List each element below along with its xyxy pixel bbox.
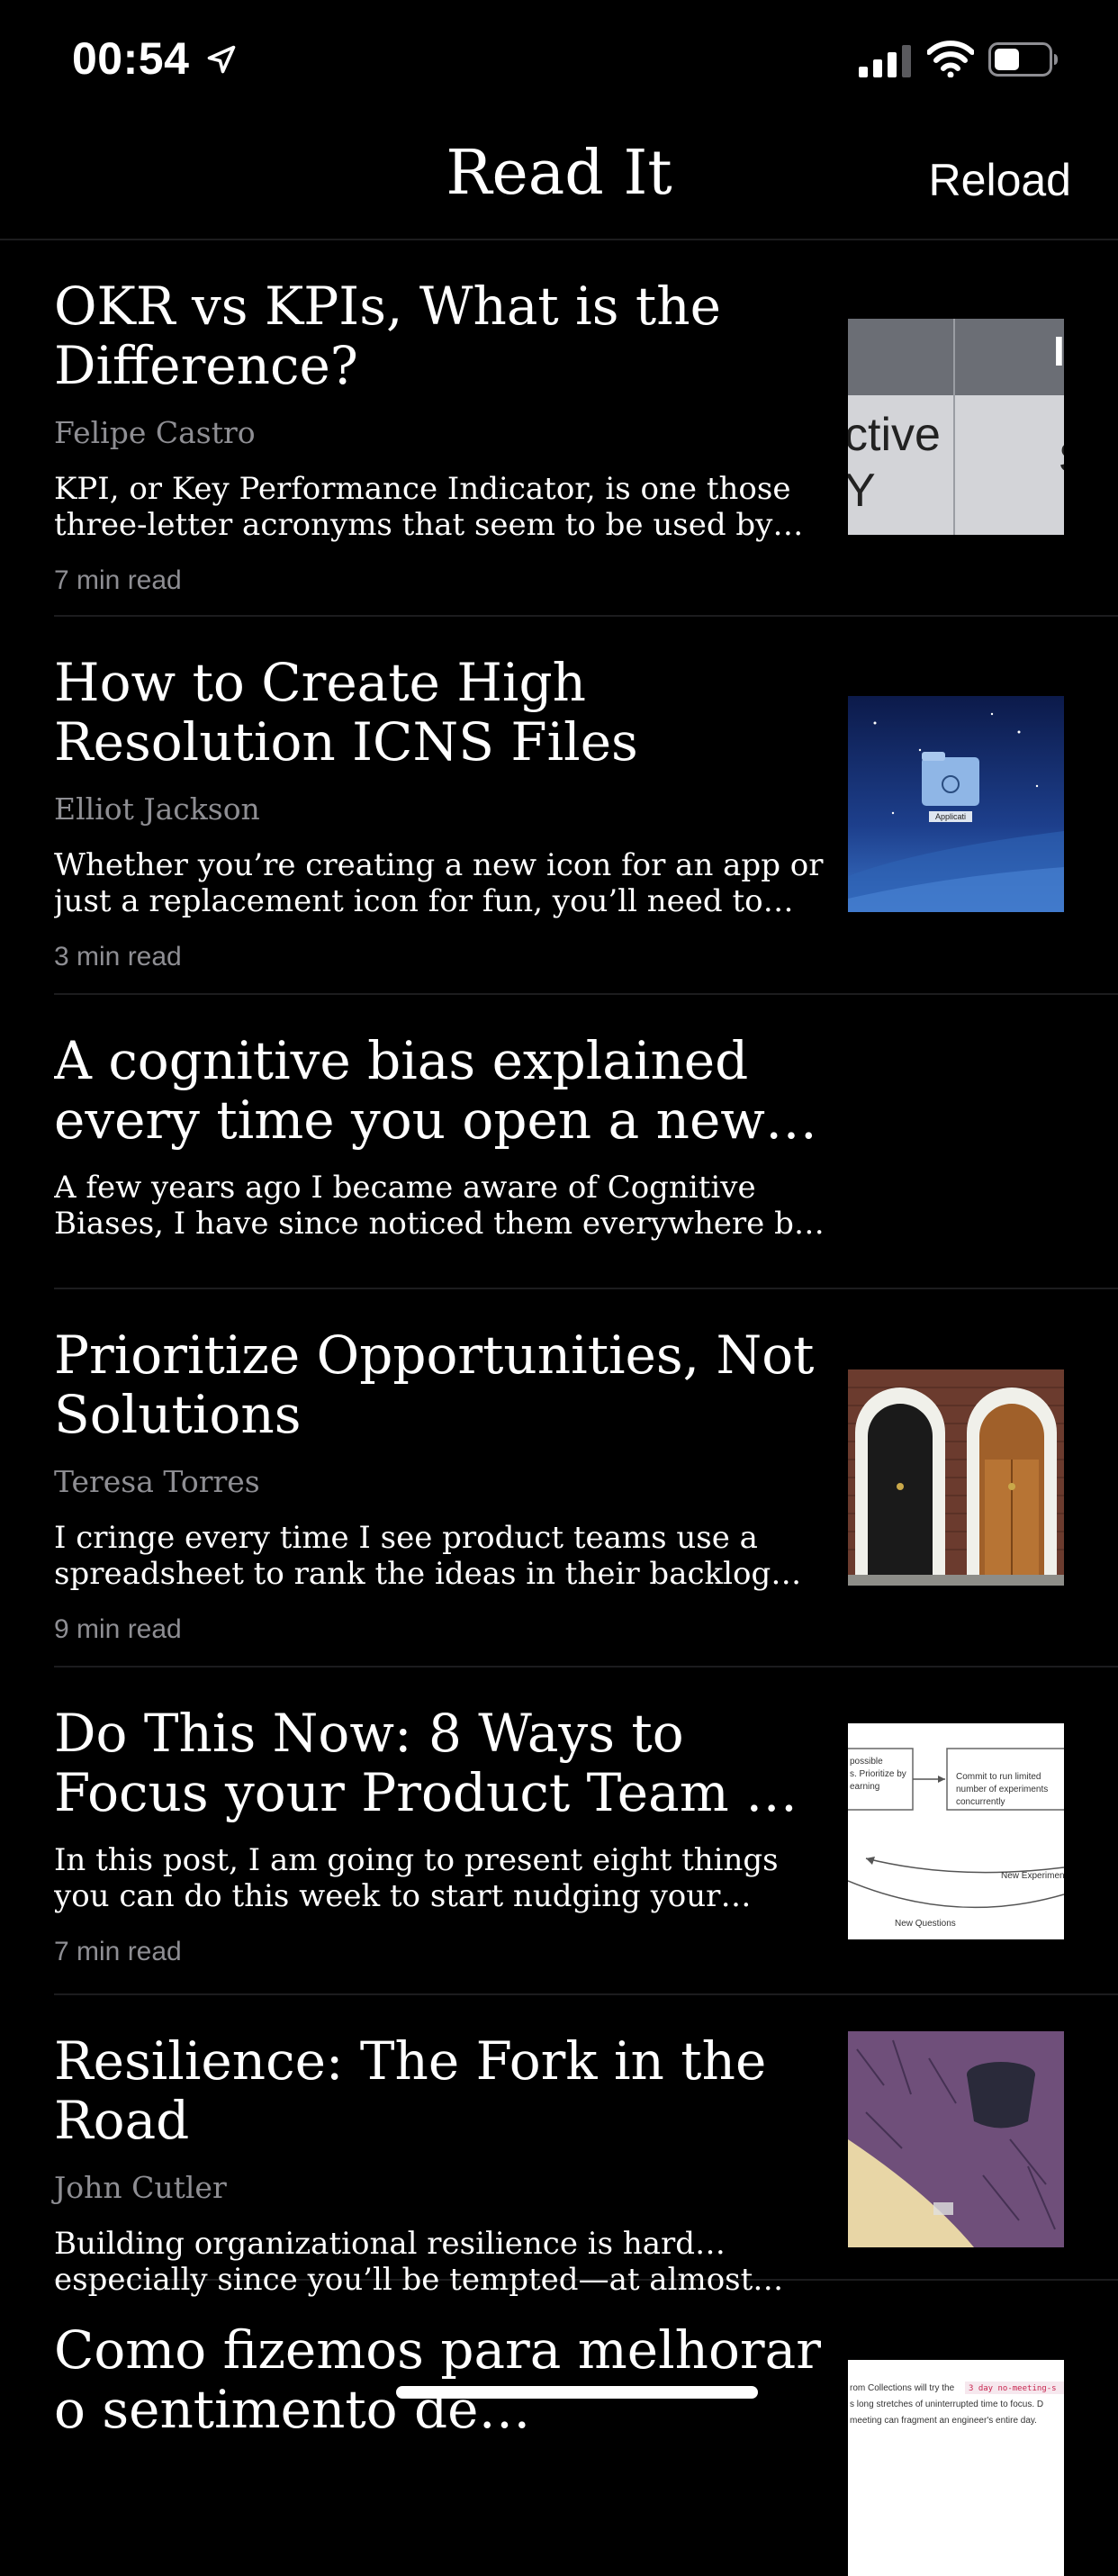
- article-title: Resilience: The Fork in the Road: [54, 2031, 767, 2150]
- reload-button[interactable]: Reload: [929, 154, 1071, 206]
- svg-text:s. Prioritize by: s. Prioritize by: [850, 1769, 906, 1779]
- article-author: Elliot Jackson: [54, 791, 260, 827]
- svg-text:New Experiments: New Experiments: [1001, 1871, 1064, 1881]
- article-author: Felipe Castro: [54, 415, 256, 450]
- article-title: Como fizemos para melhorar o sentimento …: [54, 2320, 821, 2439]
- article-excerpt: I cringe every time I see product teams …: [54, 1520, 771, 1592]
- article-row[interactable]: Do This Now: 8 Ways to Focus your Produc…: [54, 1668, 1118, 1995]
- article-excerpt: In this post, I am going to present eigh…: [54, 1842, 779, 1914]
- svg-text:number of experiments: number of experiments: [956, 1785, 1048, 1794]
- article-row[interactable]: How to Create High Resolution ICNS Files…: [54, 617, 1118, 995]
- svg-text:Applicati: Applicati: [935, 812, 966, 821]
- article-read-time: 9 min read: [54, 1614, 182, 1644]
- svg-text:s long stretches of uninterrup: s long stretches of uninterrupted time t…: [850, 2400, 1043, 2409]
- svg-text:S: S: [1059, 434, 1064, 481]
- article-thumbnail: [848, 1369, 1064, 1586]
- article-read-time: 7 min read: [54, 565, 182, 595]
- article-title: OKR vs KPIs, What is the Difference?: [54, 276, 721, 395]
- svg-text:meeting can fragment an engine: meeting can fragment an engineer's entir…: [850, 2416, 1037, 2426]
- article-thumbnail: ctive Y I S: [848, 319, 1064, 535]
- article-row[interactable]: Resilience: The Fork in the Road John Cu…: [54, 1995, 1118, 2298]
- cellular-signal-icon: [859, 45, 911, 77]
- home-indicator[interactable]: [396, 2386, 758, 2399]
- article-row[interactable]: Como fizemos para melhorar o sentimento …: [54, 2281, 1118, 2576]
- article-list: OKR vs KPIs, What is the Difference? Fel…: [0, 240, 1118, 2576]
- svg-text:ctive: ctive: [848, 409, 941, 461]
- status-bar: 00:54: [0, 0, 1118, 122]
- article-author: Teresa Torres: [54, 1464, 260, 1499]
- svg-text:Commit to run limited: Commit to run limited: [956, 1772, 1041, 1782]
- svg-text:3 day no-meeting-s: 3 day no-meeting-s: [969, 2384, 1057, 2393]
- article-title: How to Create High Resolution ICNS Files: [54, 653, 638, 772]
- article-row[interactable]: A cognitive bias explained every time yo…: [54, 995, 1118, 1289]
- article-excerpt: A few years ago I became aware of Cognit…: [54, 1170, 826, 1242]
- article-read-time: 3 min read: [54, 942, 182, 972]
- article-title: Prioritize Opportunities, Not Solutions: [54, 1325, 815, 1444]
- article-title: A cognitive bias explained every time yo…: [54, 1031, 765, 1150]
- svg-text:possible: possible: [850, 1757, 883, 1767]
- battery-icon: [988, 42, 1058, 77]
- svg-text:Y: Y: [848, 465, 876, 517]
- article-thumbnail: rom Collections will try the 3 day no-me…: [848, 2360, 1064, 2576]
- article-excerpt: KPI, or Key Performance Indicator, is on…: [54, 471, 791, 543]
- article-row[interactable]: Prioritize Opportunities, Not Solutions …: [54, 1289, 1118, 1668]
- svg-text:concurrently: concurrently: [956, 1797, 1005, 1807]
- wifi-icon: [927, 41, 974, 77]
- article-read-time: 7 min read: [54, 1937, 182, 1966]
- svg-text:earning: earning: [850, 1782, 879, 1792]
- article-thumbnail: Applicati: [848, 696, 1064, 912]
- article-thumbnail: [848, 2031, 1064, 2247]
- article-author: John Cutler: [54, 2170, 227, 2205]
- status-time: 00:54: [72, 33, 190, 84]
- article-thumbnail: possible s. Prioritize by earning Commit…: [848, 1723, 1064, 1939]
- article-title: Do This Now: 8 Ways to Focus your Produc…: [54, 1704, 811, 1822]
- article-excerpt: Whether you’re creating a new icon for a…: [54, 847, 824, 919]
- svg-text:I: I: [1053, 328, 1064, 375]
- svg-text:New Questions: New Questions: [895, 1919, 956, 1929]
- svg-text:rom Collections will try the: rom Collections will try the: [850, 2383, 955, 2393]
- article-row[interactable]: OKR vs KPIs, What is the Difference? Fel…: [54, 240, 1118, 617]
- location-arrow-icon: [207, 45, 236, 74]
- navigation-bar: Read It Reload: [0, 122, 1118, 240]
